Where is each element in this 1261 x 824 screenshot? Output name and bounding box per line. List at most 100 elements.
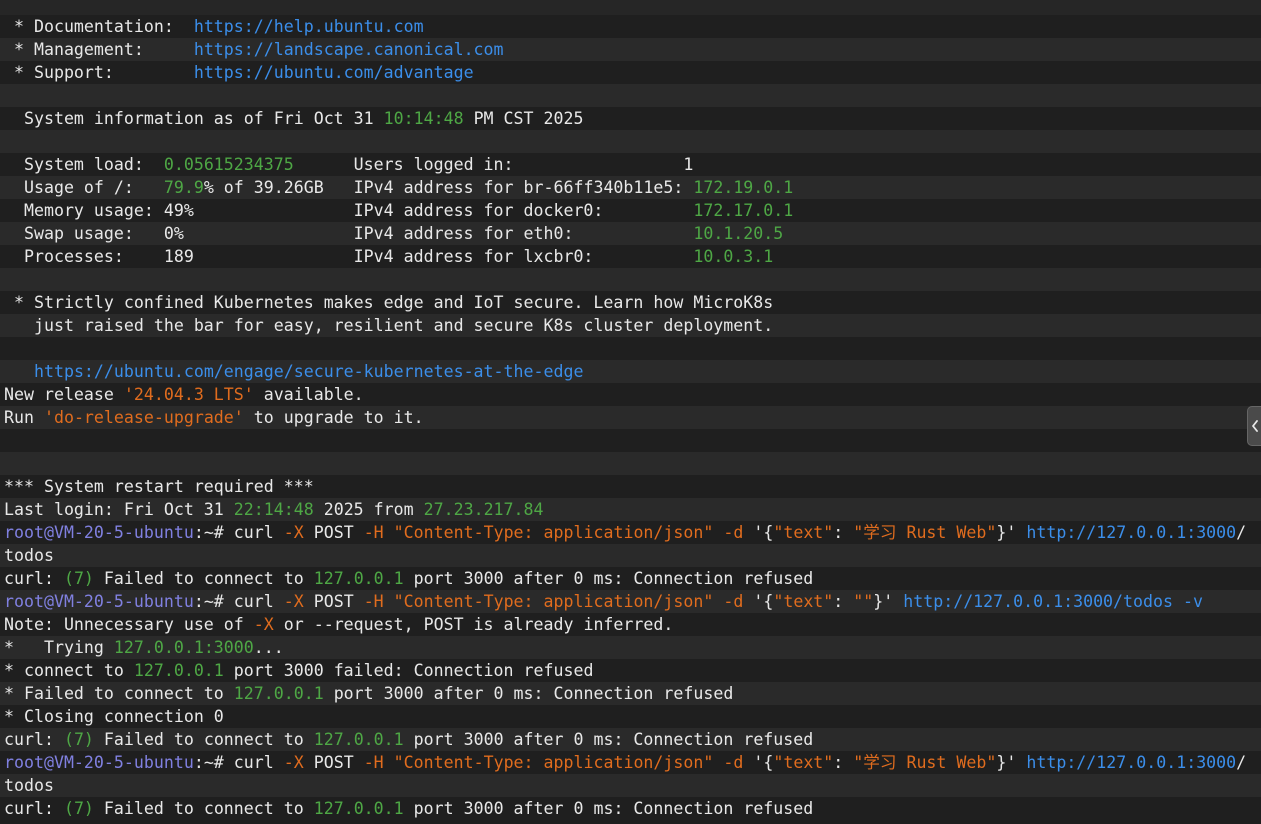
terminal-link[interactable]: http://127.0.0.1:3000 <box>1026 523 1236 542</box>
terminal-text: or --request, POST is already inferred. <box>273 615 674 634</box>
terminal-text: -X <box>283 523 304 542</box>
terminal-text: -X <box>283 592 304 611</box>
terminal-text: 127.0.0.1 <box>233 684 324 703</box>
terminal-link[interactable]: http://127.0.0.1:3000/todos <box>903 592 1173 611</box>
terminal-text: '{ <box>743 523 774 542</box>
terminal-text: 10.1.20.5 <box>693 224 784 243</box>
terminal-text: * Management: <box>4 40 194 59</box>
terminal-link[interactable]: https://ubuntu.com/advantage <box>194 63 474 82</box>
terminal-line: todos <box>0 774 1261 797</box>
terminal-text: root@VM-20-5-ubuntu <box>4 523 194 542</box>
terminal-line: Swap usage: 0% IPv4 address for eth0: 10… <box>0 222 1261 245</box>
terminal-text: * Closing connection 0 <box>4 707 224 726</box>
terminal-text: * Trying <box>4 638 114 657</box>
terminal-line: * Failed to connect to 127.0.0.1 port 30… <box>0 682 1261 705</box>
terminal-text: * Failed to connect to <box>4 684 234 703</box>
terminal-text: Processes: 189 IPv4 address for lxcbr0: <box>4 247 694 266</box>
terminal-text: 10:14:48 <box>383 109 464 128</box>
terminal-text: 127.0.0.1:3000 <box>113 638 254 657</box>
terminal-line: curl: (7) Failed to connect to 127.0.0.1… <box>0 567 1261 590</box>
terminal-text: 79.9 <box>163 178 204 197</box>
terminal-line: root@VM-20-5-ubuntu:~# curl -X POST -H "… <box>0 751 1261 774</box>
terminal-text: PM CST 2025 <box>463 109 584 128</box>
terminal-text: '{ <box>743 753 774 772</box>
chevron-left-icon <box>1251 420 1259 432</box>
terminal-text: System information as of Fri Oct 31 <box>4 109 384 128</box>
terminal-text: (7) <box>63 799 94 818</box>
terminal-text: 172.17.0.1 <box>693 201 794 220</box>
terminal-link[interactable]: http://127.0.0.1:3000 <box>1026 753 1236 772</box>
terminal-text: root@VM-20-5-ubuntu <box>4 592 194 611</box>
terminal-text: Last login: Fri Oct 31 <box>4 500 234 519</box>
terminal-text: "text" <box>773 753 834 772</box>
terminal-line: * Closing connection 0 <box>0 705 1261 728</box>
terminal-text: 127.0.0.1 <box>313 569 404 588</box>
terminal-text: Memory usage: 49% IPv4 address for docke… <box>4 201 694 220</box>
terminal-output[interactable]: * Documentation: https://help.ubuntu.com… <box>0 15 1261 820</box>
terminal-text: 127.0.0.1 <box>313 730 404 749</box>
terminal-line: Processes: 189 IPv4 address for lxcbr0: … <box>0 245 1261 268</box>
terminal-link[interactable]: https://landscape.canonical.com <box>194 40 504 59</box>
terminal-text: Users logged in: 1 <box>293 155 694 174</box>
terminal-text: curl: <box>4 569 64 588</box>
terminal-text: POST <box>303 753 364 772</box>
terminal-text: (7) <box>63 569 94 588</box>
terminal-text: 10.0.3.1 <box>693 247 774 266</box>
terminal-line: * Management: https://landscape.canonica… <box>0 38 1261 61</box>
terminal-line: System load: 0.05615234375 Users logged … <box>0 153 1261 176</box>
terminal-text: port 3000 after 0 ms: Connection refused <box>403 569 814 588</box>
terminal-text: 127.0.0.1 <box>133 661 224 680</box>
terminal-line: curl: (7) Failed to connect to 127.0.0.1… <box>0 797 1261 820</box>
terminal-link[interactable]: https://help.ubuntu.com <box>194 17 424 36</box>
terminal-text: 172.19.0.1 <box>693 178 794 197</box>
terminal-text: : <box>833 523 854 542</box>
terminal-line: * Support: https://ubuntu.com/advantage <box>0 61 1261 84</box>
terminal-text: * Documentation: <box>4 17 194 36</box>
terminal-text: -X <box>283 753 304 772</box>
terminal-text: }' <box>996 523 1027 542</box>
terminal-text: Failed to connect to <box>93 799 314 818</box>
terminal-text: ... <box>253 638 284 657</box>
terminal-text: available. <box>253 385 364 404</box>
terminal-line: System information as of Fri Oct 31 10:1… <box>0 107 1261 130</box>
terminal-text: Failed to connect to <box>93 730 314 749</box>
terminal-line: * Documentation: https://help.ubuntu.com <box>0 15 1261 38</box>
terminal-text: -d <box>723 592 744 611</box>
terminal-line: * Strictly confined Kubernetes makes edg… <box>0 291 1261 314</box>
terminal-text: '24.04.3 LTS' <box>123 385 254 404</box>
terminal-text: -X <box>253 615 274 634</box>
terminal-text: : <box>833 753 854 772</box>
terminal-line: curl: (7) Failed to connect to 127.0.0.1… <box>0 728 1261 751</box>
terminal-text: New release <box>4 385 124 404</box>
terminal-line: Note: Unnecessary use of -X or --request… <box>0 613 1261 636</box>
terminal-text: just raised the bar for easy, resilient … <box>4 316 774 335</box>
terminal-text: 22:14:48 <box>233 500 314 519</box>
terminal-text: "学习 Rust Web" <box>853 753 997 772</box>
terminal-text: / <box>1236 753 1247 772</box>
terminal-text: *** System restart required *** <box>4 477 314 496</box>
terminal-line <box>0 268 1261 291</box>
terminal-text: todos <box>4 776 54 795</box>
terminal-text: '{ <box>743 592 774 611</box>
side-panel-toggle-button[interactable] <box>1247 406 1261 446</box>
terminal-line <box>0 337 1261 360</box>
terminal-text: }' <box>873 592 904 611</box>
terminal-link[interactable]: https://ubuntu.com/engage/secure-kuberne… <box>34 362 583 381</box>
terminal-window[interactable]: * Documentation: https://help.ubuntu.com… <box>0 0 1261 824</box>
terminal-text: Failed to connect to <box>93 569 314 588</box>
terminal-link[interactable]: -v <box>1183 592 1203 611</box>
terminal-text: -H <box>363 592 384 611</box>
terminal-text: "text" <box>773 523 834 542</box>
terminal-text: "" <box>853 592 874 611</box>
terminal-text: port 3000 after 0 ms: Connection refused <box>403 730 814 749</box>
terminal-text: "Content-Type: application/json" <box>393 753 714 772</box>
terminal-text: -d <box>723 753 744 772</box>
terminal-text: 0.05615234375 <box>163 155 294 174</box>
terminal-line: New release '24.04.3 LTS' available. <box>0 383 1261 406</box>
terminal-text: port 3000 after 0 ms: Connection refused <box>403 799 814 818</box>
terminal-text: port 3000 after 0 ms: Connection refused <box>323 684 734 703</box>
